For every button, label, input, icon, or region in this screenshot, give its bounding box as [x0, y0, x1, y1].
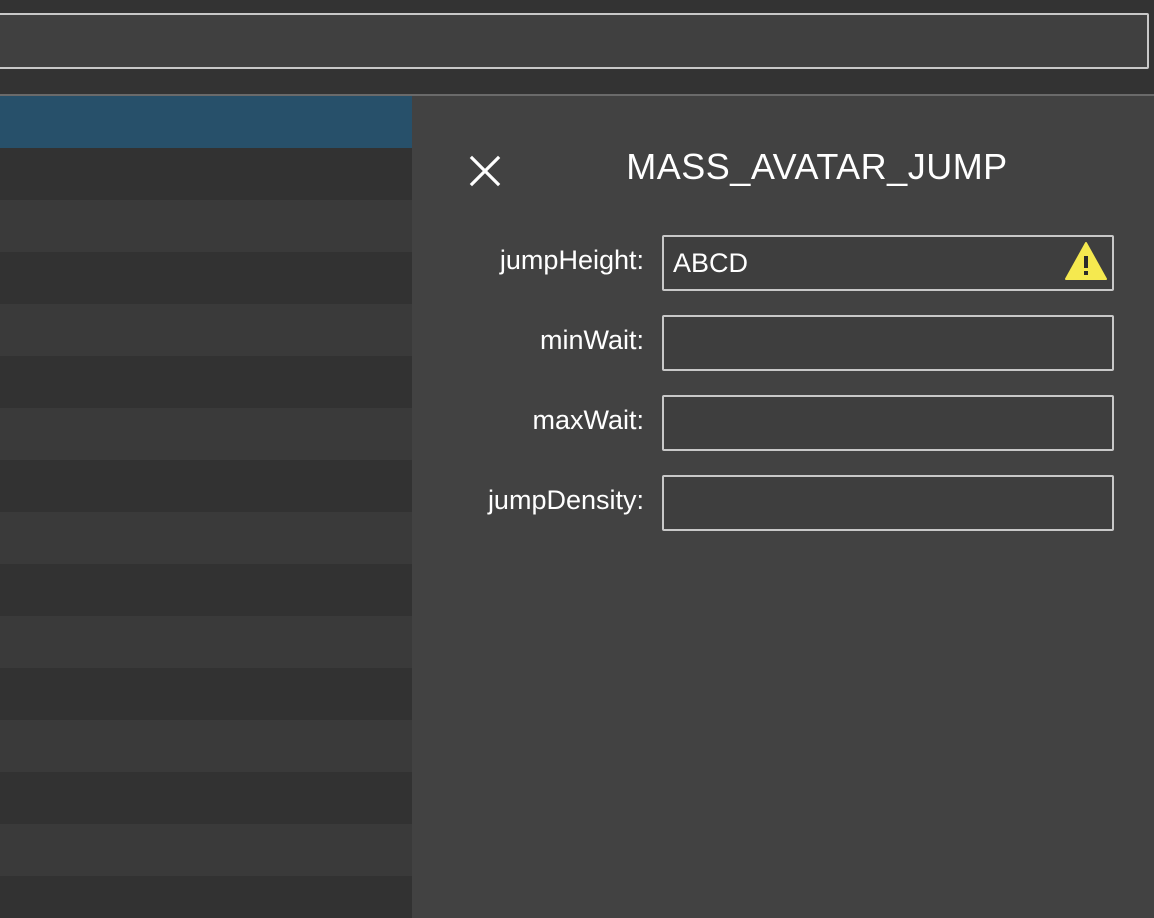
field-label: minWait: [539, 325, 644, 355]
list-item[interactable] [0, 564, 412, 616]
list-item[interactable] [0, 304, 412, 356]
field-row-min-wait: minWait: [412, 315, 1154, 395]
close-icon [469, 155, 501, 187]
field-label: maxWait: [532, 405, 644, 435]
field-label: jumpHeight: [499, 245, 644, 275]
jump-density-input[interactable] [662, 475, 1114, 531]
list-item[interactable] [0, 824, 412, 876]
min-wait-input[interactable] [662, 315, 1114, 371]
list-item[interactable] [0, 252, 412, 304]
list-item[interactable] [0, 720, 412, 772]
field-label: jumpDensity: [487, 485, 644, 515]
list-item[interactable] [0, 616, 412, 668]
top-bar [0, 0, 1154, 96]
max-wait-input[interactable] [662, 395, 1114, 451]
panel-title: MASS_AVATAR_JUMP [626, 146, 1008, 187]
parameter-form: jumpHeight: minWait: maxWait: jumpDensit… [412, 235, 1154, 555]
list-item[interactable] [0, 408, 412, 460]
field-row-jump-density: jumpDensity: [412, 475, 1154, 555]
list-item[interactable] [0, 356, 412, 408]
warning-icon [1065, 242, 1107, 280]
close-button[interactable] [468, 154, 502, 188]
list-item[interactable] [0, 668, 412, 720]
detail-panel: MASS_AVATAR_JUMP jumpHeight: minWait: ma… [412, 96, 1154, 918]
list-item-selected[interactable] [0, 96, 412, 148]
list-item[interactable] [0, 772, 412, 824]
app-root: MASS_AVATAR_JUMP jumpHeight: minWait: ma… [0, 0, 1154, 918]
top-search-input[interactable] [0, 13, 1149, 69]
jump-height-input[interactable] [662, 235, 1114, 291]
list-item[interactable] [0, 876, 412, 918]
list-item[interactable] [0, 148, 412, 200]
list-item[interactable] [0, 512, 412, 564]
field-row-max-wait: maxWait: [412, 395, 1154, 475]
list-item[interactable] [0, 200, 412, 252]
field-row-jump-height: jumpHeight: [412, 235, 1154, 315]
list-item[interactable] [0, 460, 412, 512]
item-list [0, 96, 412, 918]
